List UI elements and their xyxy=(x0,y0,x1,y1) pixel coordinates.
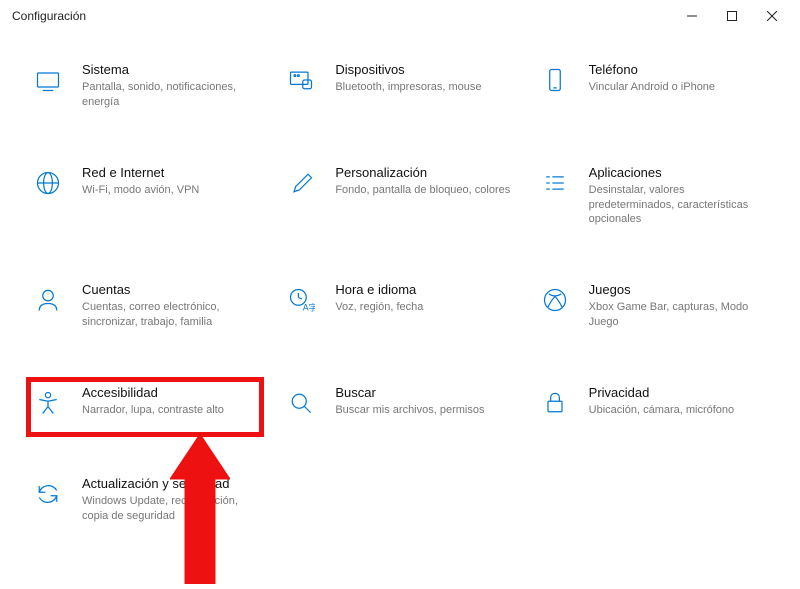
tile-title: Aplicaciones xyxy=(589,165,769,180)
tile-personalizacion[interactable]: Personalización Fondo, pantalla de bloqu… xyxy=(283,165,516,228)
tile-title: Hora e idioma xyxy=(335,282,423,297)
tile-title: Privacidad xyxy=(589,385,735,400)
time-language-icon: A字 xyxy=(283,282,319,318)
tile-accesibilidad[interactable]: Accesibilidad Narrador, lupa, contraste … xyxy=(30,385,263,421)
tile-aplicaciones[interactable]: Aplicaciones Desinstalar, valores predet… xyxy=(537,165,770,228)
tile-sistema[interactable]: Sistema Pantalla, sonido, notificaciones… xyxy=(30,62,263,110)
tile-title: Cuentas xyxy=(82,282,262,297)
tile-desc: Fondo, pantalla de bloqueo, colores xyxy=(335,183,510,198)
window-title: Configuración xyxy=(8,9,672,23)
tile-desc: Voz, región, fecha xyxy=(335,300,423,315)
tile-title: Juegos xyxy=(589,282,769,297)
tile-title: Buscar xyxy=(335,385,484,400)
xbox-icon xyxy=(537,282,573,318)
tile-desc: Xbox Game Bar, capturas, Modo Juego xyxy=(589,300,769,330)
update-sync-icon xyxy=(30,476,66,512)
phone-icon xyxy=(537,62,573,98)
tile-title: Actualización y seguridad xyxy=(82,476,262,491)
display-icon xyxy=(30,62,66,98)
person-icon xyxy=(30,282,66,318)
tile-title: Red e Internet xyxy=(82,165,199,180)
tile-title: Dispositivos xyxy=(335,62,481,77)
tile-desc: Bluetooth, impresoras, mouse xyxy=(335,80,481,95)
tile-cuentas[interactable]: Cuentas Cuentas, correo electrónico, sin… xyxy=(30,282,263,330)
tile-dispositivos[interactable]: Dispositivos Bluetooth, impresoras, mous… xyxy=(283,62,516,110)
tile-privacidad[interactable]: Privacidad Ubicación, cámara, micrófono xyxy=(537,385,770,421)
tile-actualizacion[interactable]: Actualización y seguridad Windows Update… xyxy=(30,476,263,524)
tile-title: Accesibilidad xyxy=(82,385,224,400)
close-button[interactable] xyxy=(752,0,792,32)
minimize-button[interactable] xyxy=(672,0,712,32)
tile-desc: Ubicación, cámara, micrófono xyxy=(589,403,735,418)
search-icon xyxy=(283,385,319,421)
tile-telefono[interactable]: Teléfono Vincular Android o iPhone xyxy=(537,62,770,110)
devices-icon xyxy=(283,62,319,98)
tile-desc: Pantalla, sonido, notificaciones, energí… xyxy=(82,80,262,110)
accessibility-icon xyxy=(30,385,66,421)
tile-desc: Desinstalar, valores predeterminados, ca… xyxy=(589,183,769,228)
tile-desc: Vincular Android o iPhone xyxy=(589,80,715,95)
paintbrush-icon xyxy=(283,165,319,201)
apps-list-icon xyxy=(537,165,573,201)
lock-icon xyxy=(537,385,573,421)
maximize-button[interactable] xyxy=(712,0,752,32)
tile-hora[interactable]: A字 Hora e idioma Voz, región, fecha xyxy=(283,282,516,330)
globe-icon xyxy=(30,165,66,201)
tile-title: Personalización xyxy=(335,165,510,180)
tile-red[interactable]: Red e Internet Wi-Fi, modo avión, VPN xyxy=(30,165,263,228)
tile-desc: Windows Update, recuperación, copia de s… xyxy=(82,494,262,524)
tile-title: Teléfono xyxy=(589,62,715,77)
tile-juegos[interactable]: Juegos Xbox Game Bar, capturas, Modo Jue… xyxy=(537,282,770,330)
tile-desc: Wi-Fi, modo avión, VPN xyxy=(82,183,199,198)
titlebar: Configuración xyxy=(0,0,800,32)
tile-buscar[interactable]: Buscar Buscar mis archivos, permisos xyxy=(283,385,516,421)
tile-desc: Buscar mis archivos, permisos xyxy=(335,403,484,418)
tile-title: Sistema xyxy=(82,62,262,77)
tile-desc: Narrador, lupa, contraste alto xyxy=(82,403,224,418)
svg-text:A字: A字 xyxy=(303,302,315,313)
tile-desc: Cuentas, correo electrónico, sincronizar… xyxy=(82,300,262,330)
settings-grid-container: Sistema Pantalla, sonido, notificaciones… xyxy=(0,32,800,534)
